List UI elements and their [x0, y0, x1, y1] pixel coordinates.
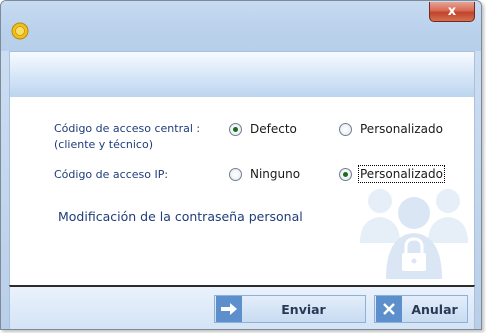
cancel-button[interactable]: Anular	[374, 295, 468, 323]
radio-label: Personalizado	[360, 122, 443, 136]
button-bar: Enviar Anular	[9, 285, 475, 329]
send-button-label: Enviar	[281, 301, 326, 317]
radio-central-defecto[interactable]: Defecto	[229, 122, 297, 136]
send-button[interactable]: Enviar	[214, 295, 366, 323]
header-banner	[9, 51, 475, 97]
coin-icon	[11, 22, 29, 40]
radio-button[interactable]	[339, 122, 352, 136]
radio-central-personalizado[interactable]: Personalizado	[339, 122, 443, 136]
central-access-label-line1: Código de acceso central :	[54, 122, 201, 135]
radio-ip-ninguno[interactable]: Ninguno	[229, 167, 300, 181]
ip-access-label: Código de acceso IP:	[54, 168, 169, 181]
dialog-window: x Código de acceso central : (cliente y …	[0, 0, 482, 330]
radio-button-selected[interactable]	[339, 167, 352, 181]
title-bar[interactable]: x	[1, 1, 481, 51]
change-password-link[interactable]: Modificación de la contraseña personal	[58, 209, 303, 224]
cancel-button-label: Anular	[411, 301, 458, 317]
content-panel: Código de acceso central : (cliente y té…	[9, 97, 475, 285]
arrow-right-icon	[216, 296, 242, 322]
close-icon: x	[447, 4, 457, 19]
radio-button-selected[interactable]	[229, 122, 242, 136]
radio-label: Ninguno	[250, 167, 301, 181]
radio-button[interactable]	[229, 167, 242, 181]
radio-label: Defecto	[250, 122, 297, 136]
central-access-label: Código de acceso central : (cliente y té…	[54, 121, 200, 153]
x-icon	[376, 296, 402, 322]
users-lock-icon	[360, 189, 468, 279]
central-access-label-line2: (cliente y técnico)	[54, 138, 153, 151]
close-button[interactable]: x	[429, 2, 475, 22]
